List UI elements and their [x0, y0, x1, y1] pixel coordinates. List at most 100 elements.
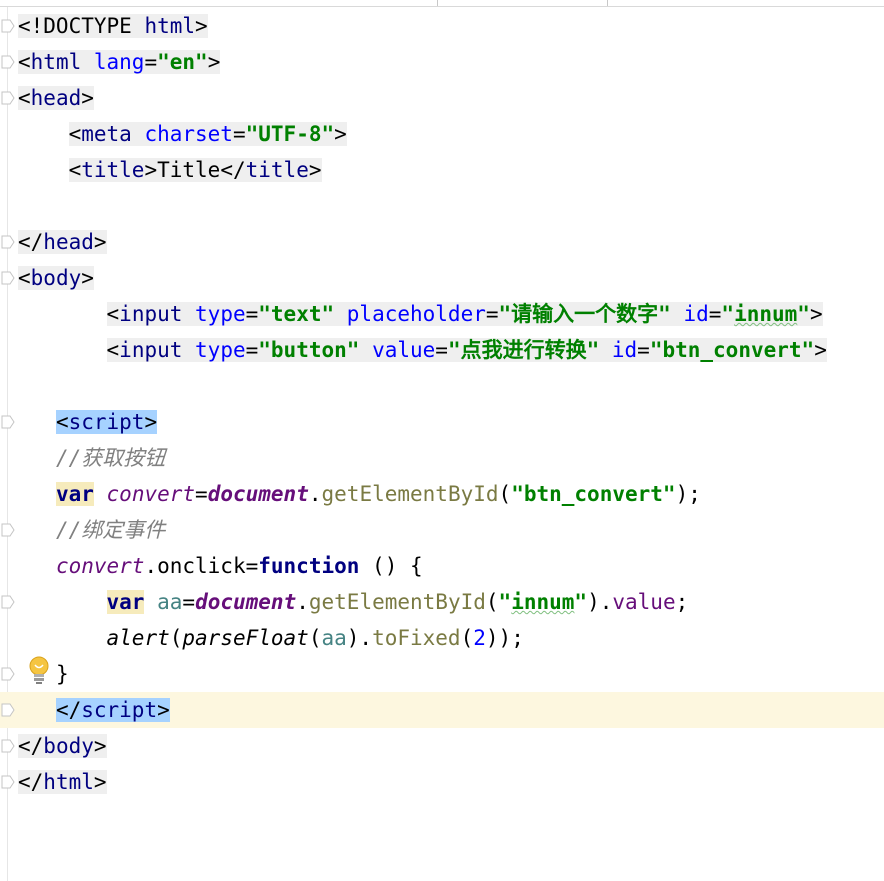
code-token: </ [220, 158, 246, 182]
code-line[interactable]: <head> [18, 80, 884, 116]
code-token: title [245, 158, 309, 182]
code-token: < [106, 338, 120, 362]
code-token: > [93, 734, 107, 758]
code-token: . [308, 482, 322, 506]
code-token: "en" [157, 50, 208, 74]
code-token: ; [675, 590, 689, 614]
fold-marker-icon[interactable] [1, 739, 15, 753]
code-token: convert [55, 554, 145, 578]
code-line[interactable]: <!DOCTYPE html> [18, 8, 884, 44]
code-token: getElementById [321, 482, 499, 506]
code-token: > [809, 302, 823, 326]
code-line[interactable] [18, 368, 884, 404]
code-token: = [182, 590, 196, 614]
code-token: < [68, 122, 82, 146]
code-line[interactable]: </head> [18, 224, 884, 260]
code-token: "button" [258, 338, 373, 362]
code-line[interactable]: var convert=document.getElementById("btn… [18, 476, 884, 512]
code-token: html [30, 50, 94, 74]
code-token: parseFloat [182, 626, 309, 650]
code-token: ( [169, 626, 183, 650]
fold-marker-icon[interactable] [1, 415, 15, 429]
fold-marker-icon[interactable] [1, 667, 15, 681]
tab-divider [607, 0, 608, 6]
code-token: toFixed [372, 626, 461, 650]
code-token: = [245, 302, 259, 326]
code-line[interactable]: //获取按钮 [18, 440, 884, 476]
code-content: alert(parseFloat(aa).toFixed(2)); [107, 626, 524, 650]
code-content: } [56, 662, 69, 686]
fold-marker-icon[interactable] [1, 703, 15, 717]
code-token: = [144, 50, 158, 74]
code-line[interactable]: </body> [18, 728, 884, 764]
code-line[interactable]: } [18, 656, 884, 692]
code-token: //获取按钮 [55, 446, 166, 470]
code-token: //绑定事件 [55, 518, 166, 542]
code-line[interactable]: <title>Title</title> [18, 152, 884, 188]
code-token: id [611, 338, 638, 362]
code-line[interactable]: </script> [0, 692, 884, 728]
code-token: value [372, 338, 436, 362]
code-token: document [195, 590, 297, 614]
code-line[interactable]: convert.onclick=function () { [18, 548, 884, 584]
fold-marker-icon[interactable] [1, 55, 15, 69]
code-content: <title>Title</title> [68, 158, 322, 182]
code-line[interactable]: <meta charset="UTF-8"> [18, 116, 884, 152]
code-token: head [30, 86, 82, 110]
code-token: "点我进行转换" [447, 338, 612, 362]
code-line[interactable]: alert(parseFloat(aa).toFixed(2)); [18, 620, 884, 656]
fold-marker-icon[interactable] [1, 595, 15, 609]
code-line[interactable]: <input type="text" placeholder="请输入一个数字"… [18, 296, 884, 332]
code-token: ). [346, 626, 373, 650]
code-line[interactable]: <body> [18, 260, 884, 296]
code-token: input [119, 338, 196, 362]
code-line[interactable]: <html lang="en"> [18, 44, 884, 80]
code-line[interactable]: //绑定事件 [18, 512, 884, 548]
code-token: > [93, 230, 107, 254]
code-content: </head> [18, 230, 107, 254]
code-content: var aa=document.getElementById("innum").… [106, 590, 689, 614]
code-line[interactable] [18, 188, 884, 224]
code-line[interactable]: <input type="button" value="点我进行转换" id="… [18, 332, 884, 368]
fold-marker-icon[interactable] [1, 235, 15, 249]
code-content: <body> [18, 266, 94, 290]
code-line[interactable]: var aa=document.getElementById("innum").… [18, 584, 884, 620]
code-content: <input type="text" placeholder="请输入一个数字"… [106, 302, 823, 326]
code-token: type [195, 302, 246, 326]
code-token: = [245, 338, 259, 362]
code-token: </ [55, 698, 82, 722]
code-token: ); [675, 482, 701, 506]
fold-marker-icon[interactable] [1, 19, 15, 33]
code-token: } [55, 662, 69, 686]
tab-divider [437, 0, 438, 6]
code-line[interactable]: <script> [18, 404, 884, 440]
code-token: " [574, 590, 588, 614]
fold-marker-icon[interactable] [1, 775, 15, 789]
code-token: </ [18, 230, 44, 254]
fold-marker-icon[interactable] [1, 523, 15, 537]
code-token: body [43, 734, 94, 758]
code-content: <!DOCTYPE html> [18, 14, 208, 38]
code-token: <!DOCTYPE [18, 14, 145, 38]
code-token: convert [106, 482, 196, 506]
code-line[interactable]: </html> [18, 764, 884, 800]
code-token: () { [359, 554, 423, 578]
lightbulb-icon[interactable] [28, 656, 50, 686]
code-token: > [334, 122, 347, 146]
fold-marker-icon[interactable] [1, 91, 15, 105]
code-token: ). [587, 590, 613, 614]
code-editor[interactable]: <!DOCTYPE html> <html lang="en"> <head> <m… [0, 8, 884, 800]
fold-marker-icon[interactable] [1, 271, 15, 285]
code-token: > [308, 158, 322, 182]
code-token: </ [18, 734, 44, 758]
code-token: script [68, 410, 145, 434]
